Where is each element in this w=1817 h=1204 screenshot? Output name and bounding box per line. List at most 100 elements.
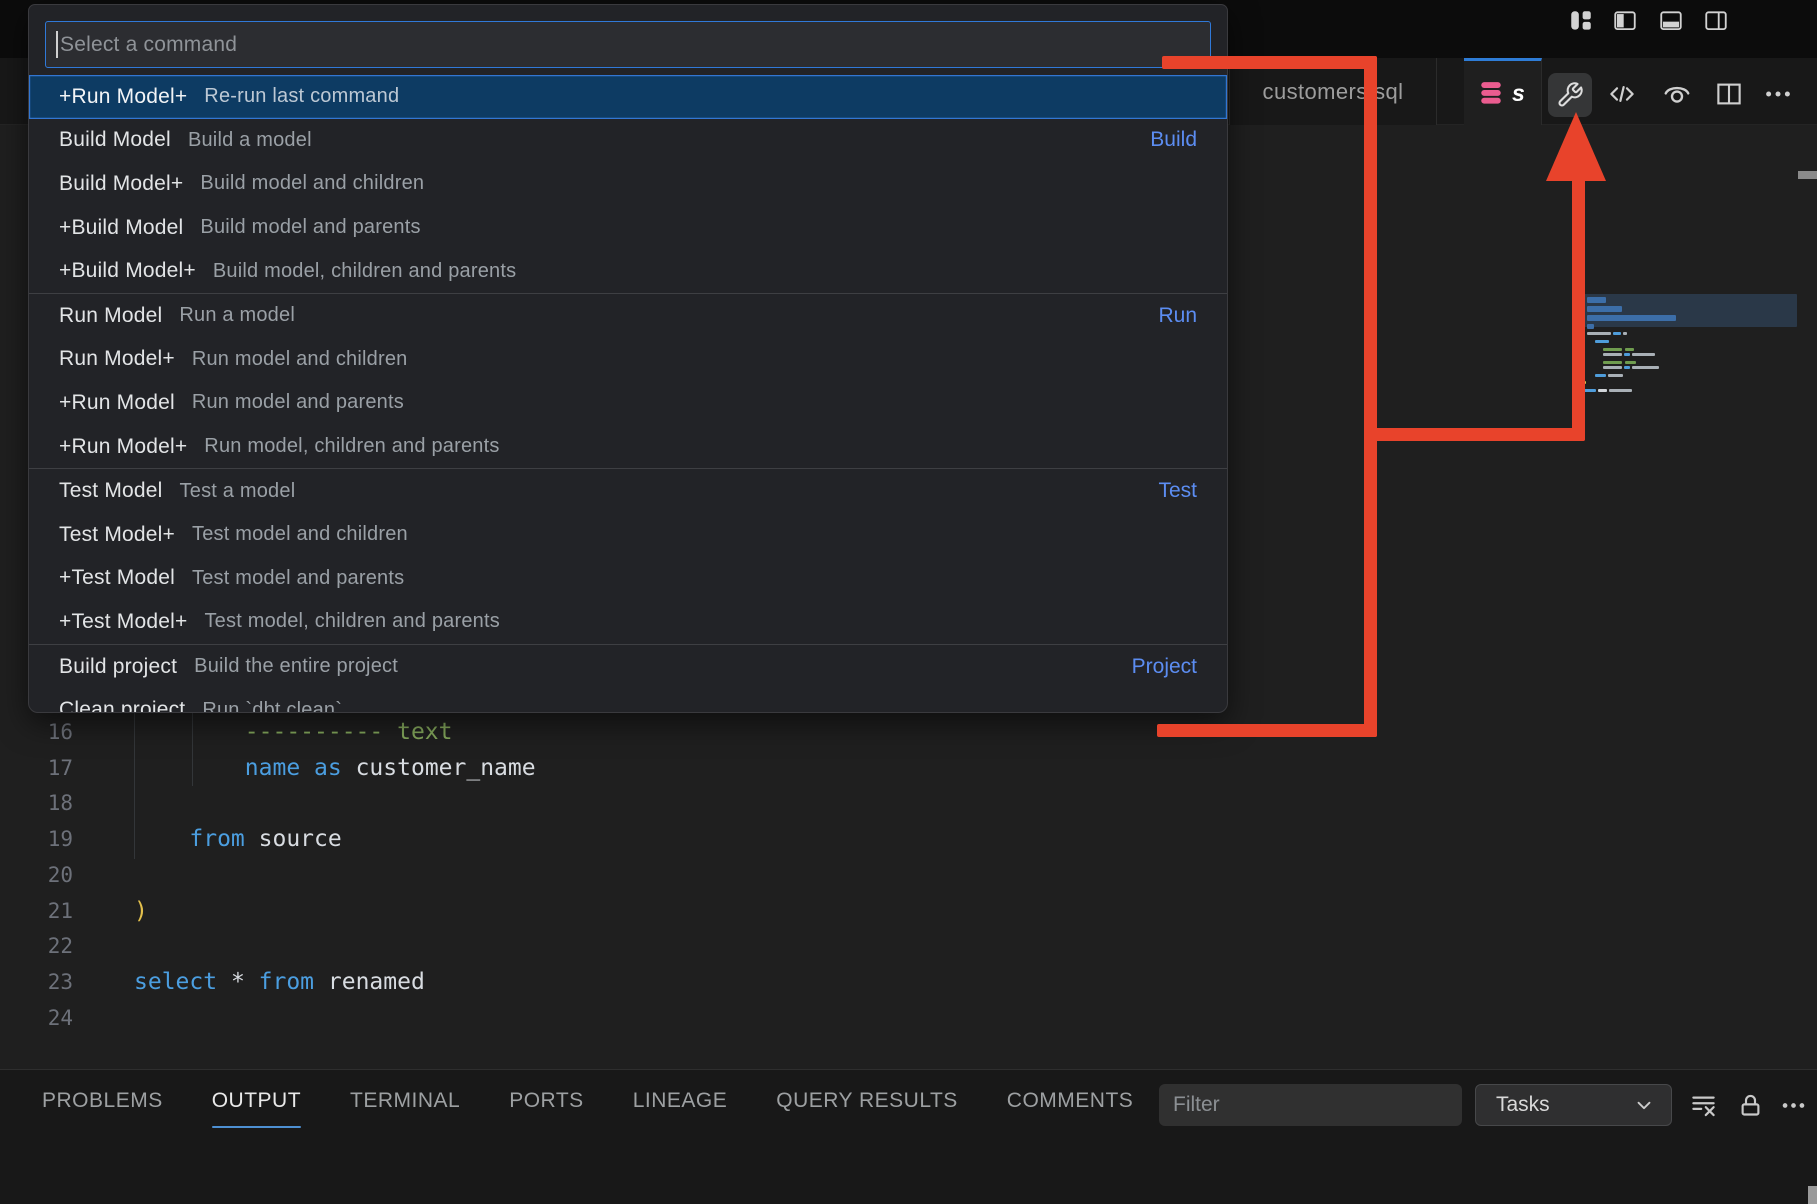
command-description: Build model and parents xyxy=(200,216,420,239)
command-palette: Select a command +Run Model+ Re-run last … xyxy=(28,4,1228,713)
clear-output-icon[interactable] xyxy=(1686,1088,1720,1122)
ellipsis-icon[interactable] xyxy=(1776,1088,1810,1122)
command-item-run-model[interactable]: +Run Model+ Re-run last command xyxy=(29,75,1227,119)
toggle-panel-icon[interactable] xyxy=(1658,8,1684,34)
code-token xyxy=(300,755,314,781)
editor-scrollbar-thumb[interactable] xyxy=(1798,171,1817,179)
panel-tab-output[interactable]: OUTPUT xyxy=(212,1083,301,1123)
command-label: +Test Model+ xyxy=(59,610,187,634)
panel-tab-lineage[interactable]: LINEAGE xyxy=(633,1083,728,1123)
code-token xyxy=(134,755,245,781)
command-label: +Test Model xyxy=(59,566,175,590)
command-label: Clean project xyxy=(59,698,185,713)
line-number: 22 xyxy=(0,928,73,964)
command-description: Test model and parents xyxy=(192,567,404,590)
tab-active-preview[interactable]: s xyxy=(1464,58,1542,125)
code-line-21[interactable]: ) xyxy=(134,893,148,929)
toggle-primary-sidebar-icon[interactable] xyxy=(1612,8,1638,34)
code-token: name xyxy=(245,755,300,781)
command-label: +Run Model xyxy=(59,391,175,415)
code-line-23[interactable]: select * from renamed xyxy=(134,964,425,1000)
command-input[interactable]: Select a command xyxy=(45,21,1211,68)
code-icon[interactable] xyxy=(1602,74,1642,114)
command-label: Test Model xyxy=(59,479,163,503)
command-description: Run `dbt clean` xyxy=(202,699,342,713)
code-token: from xyxy=(259,969,314,995)
command-category-build: Build xyxy=(1150,128,1197,152)
minimap-line xyxy=(1603,361,1622,364)
code-token: * xyxy=(217,969,259,995)
command-item-test-model[interactable]: +Test Model+Test model, children and par… xyxy=(29,600,1227,644)
command-label: +Run Model+ xyxy=(59,435,187,459)
panel-tab-comments[interactable]: COMMENTS xyxy=(1007,1083,1134,1123)
minimap-line xyxy=(1625,361,1636,364)
command-description: Build a model xyxy=(188,129,312,152)
command-category-project: Project xyxy=(1132,655,1197,679)
command-list: +Run Model+ Re-run last command Build Mode… xyxy=(29,75,1227,713)
minimap-line xyxy=(1595,374,1606,377)
panel-tab-query-results[interactable]: QUERY RESULTS xyxy=(776,1083,958,1123)
command-item-run-model[interactable]: +Run Model+ Run model, children and paren… xyxy=(29,425,1227,469)
command-item-build-model[interactable]: +Build Model+Build model, children and p… xyxy=(29,249,1227,293)
command-item-clean-project[interactable]: Clean project Run `dbt clean` xyxy=(29,688,1227,713)
minimap-line xyxy=(1632,353,1655,356)
minimap-line xyxy=(1582,381,1586,384)
filter-input[interactable] xyxy=(1159,1084,1462,1126)
command-item-run-model[interactable]: Run ModelRun a modelRun xyxy=(29,294,1227,338)
toggle-secondary-sidebar-icon[interactable] xyxy=(1703,8,1729,34)
minimap-line xyxy=(1595,340,1609,343)
code-line-17[interactable]: name as customer_name xyxy=(134,750,536,786)
command-description: Run model, children and parents xyxy=(204,435,499,458)
tasks-dropdown-label: Tasks xyxy=(1496,1093,1550,1117)
command-item-test-model[interactable]: Test Model Test a model Test xyxy=(29,469,1227,513)
command-item-build-project[interactable]: Build projectBuild the entire projectPro… xyxy=(29,645,1227,689)
panel-tabs: PROBLEMS OUTPUT TERMINAL PORTS LINEAGE QUERY … xyxy=(42,1070,1133,1136)
minimap-line xyxy=(1598,389,1607,392)
command-item-run-model[interactable]: +Run ModelRun model and parents xyxy=(29,381,1227,425)
command-item-test-model[interactable]: +Test Model Test model and parents xyxy=(29,557,1227,601)
command-category-run: Run xyxy=(1158,304,1197,328)
command-item-test-model[interactable]: Test Model+Test model and children xyxy=(29,513,1227,557)
split-editor-icon[interactable] xyxy=(1709,74,1749,114)
preview-eye-icon[interactable] xyxy=(1657,74,1697,114)
code-line-16[interactable]: ---------- text xyxy=(134,714,453,750)
code-token xyxy=(134,719,245,745)
command-description: Build the entire project xyxy=(194,655,398,678)
command-description: Run model and children xyxy=(192,348,408,371)
command-label: Test Model+ xyxy=(59,523,175,547)
command-description: Build model and children xyxy=(200,172,424,195)
command-item-build-model[interactable]: +Build ModelBuild model and parents xyxy=(29,206,1227,250)
panel-tab-terminal[interactable]: TERMINAL xyxy=(350,1083,460,1123)
code-token: customer_name xyxy=(342,755,536,781)
command-description: Test a model xyxy=(180,480,296,503)
panel-tab-ports[interactable]: PORTS xyxy=(509,1083,583,1123)
tab-customers-sql[interactable]: customers.sql xyxy=(1229,58,1437,125)
command-item-build-model[interactable]: Build Model+Build model and children xyxy=(29,162,1227,206)
tab-label: s xyxy=(1512,80,1525,107)
customize-layout-icon[interactable] xyxy=(1568,8,1594,34)
line-number: 18 xyxy=(0,785,73,821)
command-item-run-model[interactable]: Run Model+Run model and children xyxy=(29,338,1227,382)
command-label: +Build Model+ xyxy=(59,259,196,283)
panel-tab-problems[interactable]: PROBLEMS xyxy=(42,1083,163,1123)
minimap-line xyxy=(1623,332,1627,335)
lock-icon[interactable] xyxy=(1733,1088,1767,1122)
code-line-19[interactable]: from source xyxy=(134,821,342,857)
tasks-dropdown[interactable]: Tasks xyxy=(1475,1084,1672,1126)
minimap-line xyxy=(1613,332,1621,335)
command-item-build-model[interactable]: Build ModelBuild a modelBuild xyxy=(29,119,1227,163)
minimap-line xyxy=(1624,353,1630,356)
panel-scrollbar-thumb[interactable] xyxy=(1808,1186,1817,1204)
minimap-line xyxy=(1603,353,1622,356)
wrench-icon[interactable] xyxy=(1548,73,1592,117)
command-input-placeholder: Select a command xyxy=(60,33,237,57)
command-label: +Run Model+ xyxy=(59,85,187,109)
command-description: Re-run last command xyxy=(204,85,399,108)
ellipsis-icon[interactable] xyxy=(1758,74,1798,114)
line-number: 21 xyxy=(0,893,73,929)
command-label: Run Model xyxy=(59,304,162,328)
command-category-test: Test xyxy=(1158,479,1197,503)
minimap[interactable] xyxy=(1582,294,1797,444)
vscode-window: customers.sql s xyxy=(0,0,1817,1204)
text-caret xyxy=(56,31,58,58)
